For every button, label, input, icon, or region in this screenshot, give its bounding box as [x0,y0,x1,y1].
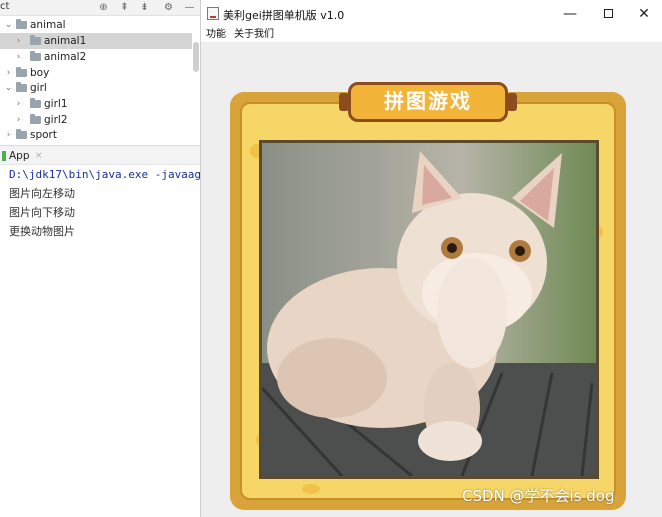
chevron-down-icon[interactable]: ⌄ [4,17,13,33]
chevron-right-icon[interactable]: › [4,127,13,143]
tree-item-label: girl2 [44,114,68,126]
folder-icon [16,19,27,29]
tree-item-girl2[interactable]: › girl2 [0,112,192,128]
window-title: 美利gei拼图单机版 v1.0 [223,9,345,22]
ide-panel: ct ⊕ ⇞ ⇟ ⚙ — ⌄ animal › animal1 › animal… [0,0,200,517]
menu-bar: 功能 关于我们 [201,28,662,42]
java-app-icon [207,7,219,20]
tree-item-label: animal2 [44,51,87,63]
kitten-photo[interactable] [259,140,599,479]
title-bar[interactable]: 美利gei拼图单机版 v1.0 — ✕ [201,0,662,28]
puzzle-game-banner: 拼图游戏 [339,82,517,122]
chevron-right-icon[interactable]: › [14,33,23,49]
folder-icon [30,114,41,124]
folder-icon [16,82,27,92]
chevron-right-icon[interactable]: › [14,49,23,65]
gear-icon[interactable]: ⚙ [163,2,174,13]
project-toolbar: ct ⊕ ⇞ ⇟ ⚙ — [0,0,200,16]
tab-label: App [9,150,30,162]
console-line: 图片向下移动 [9,206,75,219]
chevron-down-icon[interactable]: ⌄ [4,80,13,96]
chevron-right-icon[interactable]: › [4,65,13,81]
tree-item-girl[interactable]: ⌄ girl [0,80,192,96]
puzzle-board: 拼图游戏 [230,72,626,510]
folder-icon [30,35,41,45]
hide-icon[interactable]: — [184,2,195,13]
run-config-icon [2,151,6,161]
tree-item-animal[interactable]: ⌄ animal [0,17,192,33]
tree-item-animal2[interactable]: › animal2 [0,49,192,65]
game-window: 美利gei拼图单机版 v1.0 — ✕ 功能 关于我们 拼图游戏 [200,0,662,517]
tree-item-label: girl [30,82,47,94]
tree-item-label: animal1 [44,35,87,47]
tree-item-sport[interactable]: › sport [0,127,192,143]
tree-item-girl1[interactable]: › girl1 [0,96,192,112]
tree-item-boy[interactable]: › boy [0,65,192,81]
console-output[interactable]: D:\jdk17\bin\java.exe -javaagent 图片向左移动 … [0,166,200,517]
chevron-right-icon[interactable]: › [14,96,23,112]
frame-spot [302,484,320,494]
kitten-image [262,143,596,476]
tree-item-label: animal [30,19,66,31]
folder-icon [30,51,41,61]
console-line: D:\jdk17\bin\java.exe -javaagent [9,168,200,181]
run-tabbar: App × [0,145,200,165]
folder-icon [30,98,41,108]
project-label[interactable]: ct [0,1,9,12]
tree-item-label: sport [30,129,57,141]
watermark-text: CSDN @学不会is dog [462,487,615,505]
target-icon[interactable]: ⊕ [98,2,109,13]
tree-item-animal1[interactable]: › animal1 [0,33,192,49]
expand-all-icon[interactable]: ⇟ [139,2,150,13]
folder-icon [16,67,27,77]
close-button[interactable]: ✕ [625,0,662,28]
close-icon[interactable]: × [35,148,43,164]
project-tree: ⌄ animal › animal1 › animal2 › boy ⌄ gir… [0,16,200,144]
menu-function[interactable]: 功能 [206,28,226,41]
chevron-right-icon[interactable]: › [14,112,23,128]
folder-icon [16,129,27,139]
maximize-button[interactable] [589,0,627,28]
console-line: 更换动物图片 [9,225,75,238]
tree-item-label: girl1 [44,98,68,110]
menu-about-us[interactable]: 关于我们 [234,28,274,41]
console-line: 图片向左移动 [9,187,75,200]
tree-item-label: boy [30,67,50,79]
maximize-icon [603,8,613,18]
tree-scrollbar[interactable] [193,42,199,72]
collapse-all-icon[interactable]: ⇞ [119,2,130,13]
minimize-button[interactable]: — [551,0,589,28]
